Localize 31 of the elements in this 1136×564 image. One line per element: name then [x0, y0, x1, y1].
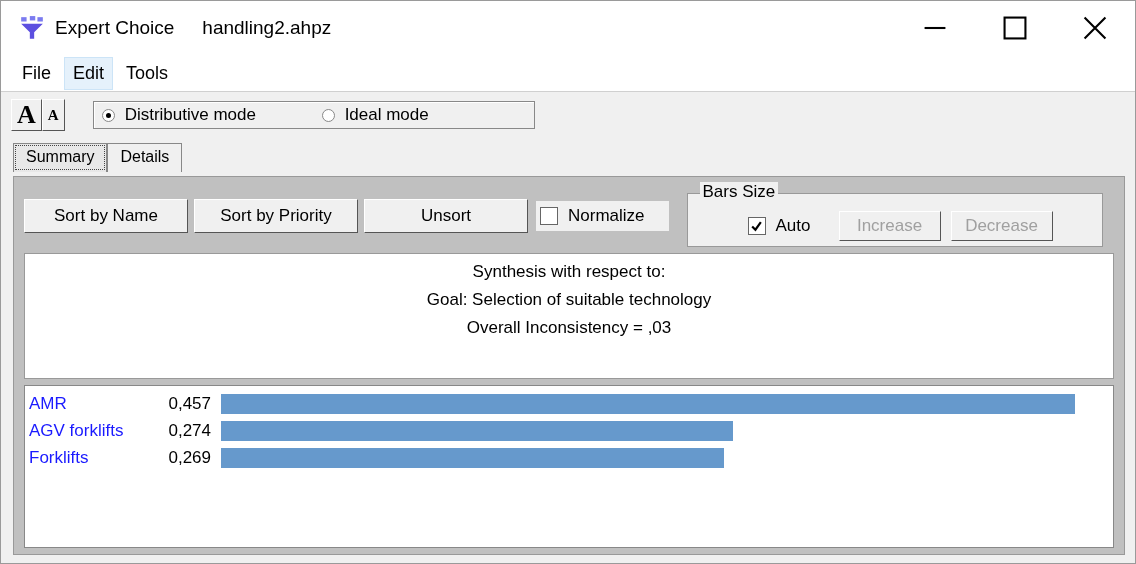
sort-button[interactable]: Unsort — [364, 199, 528, 233]
synthesis-text: Goal: Selection of suitable technology — [426, 289, 712, 311]
window-title: Expert Choice — [55, 17, 175, 39]
tab[interactable]: Details — [107, 143, 183, 172]
radio-button[interactable] — [101, 108, 115, 122]
funnel-icon — [19, 15, 45, 41]
radio-label: Ideal mode — [344, 105, 429, 125]
alternative-name[interactable]: AMR — [29, 393, 155, 414]
font-decrease-button[interactable]: A — [41, 99, 65, 131]
font-increase-button[interactable]: A — [11, 99, 42, 131]
priority-value: 0,274 — [167, 420, 211, 441]
tab[interactable]: Summary — [13, 143, 108, 172]
checkbox[interactable] — [540, 207, 558, 225]
priority-value: 0,269 — [167, 447, 211, 468]
synthesis-text: Overall Inconsistency = ,03 — [466, 317, 672, 339]
menu-item[interactable]: File — [13, 56, 60, 90]
sort-button[interactable]: Sort by Priority — [194, 199, 358, 233]
alternative-name[interactable]: AGV forklifts — [29, 420, 155, 441]
sort-button[interactable]: Sort by Name — [24, 199, 188, 233]
radio-label: Distributive mode — [124, 105, 256, 125]
checkbox-label: Normalize — [568, 206, 645, 226]
menu-item[interactable]: Edit — [64, 56, 114, 90]
menu-item[interactable]: Tools — [117, 56, 178, 90]
checkbox[interactable] — [747, 217, 766, 235]
alternative-name[interactable]: Forklifts — [29, 447, 155, 468]
normalize-checkbox[interactable]: Normalize — [536, 201, 669, 231]
radio-button[interactable] — [321, 108, 335, 122]
synthesis-text: Synthesis with respect to: — [472, 261, 666, 283]
priority-value: 0,457 — [167, 393, 211, 414]
document-name: handling2.ahpz — [202, 17, 332, 39]
checkbox-label: Auto — [775, 216, 811, 236]
